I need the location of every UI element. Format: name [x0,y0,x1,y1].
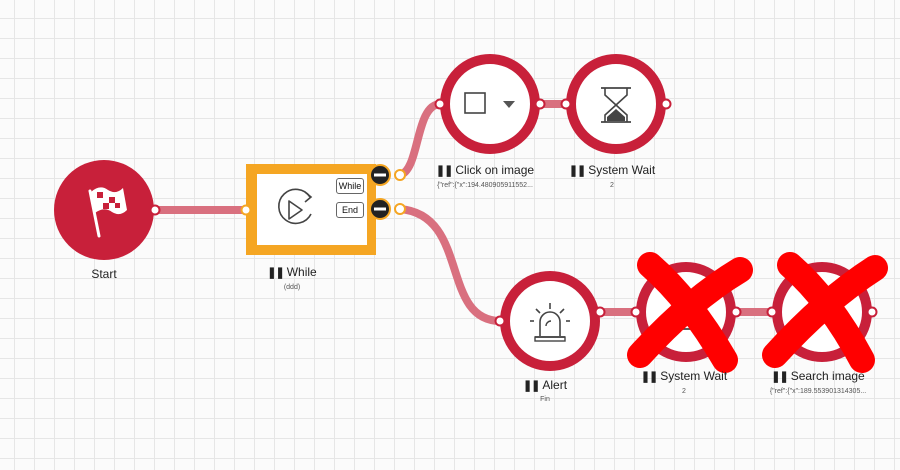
alert-subtitle: Fin [540,396,550,403]
pause-icon[interactable]: ❚❚ [771,371,788,383]
system-wait-2-title: ❚❚ System Wait [640,369,728,383]
search-image-node[interactable] [762,252,888,373]
alert-node[interactable] [494,271,606,371]
start-node[interactable] [54,160,161,260]
system-wait-1-subtitle: 2 [610,182,614,189]
search-image-title: ❚❚ Search image [771,369,865,383]
pause-icon[interactable]: ❚❚ [641,371,658,383]
pause-icon[interactable]: ❚❚ [436,165,453,177]
end-branch-label[interactable]: End [336,202,364,218]
click-on-image-subtitle: {"ref":{"x":194.480905911552... [437,182,533,189]
search-image-subtitle: {"ref":{"x":189.553901314305... [769,388,867,395]
pause-icon[interactable]: ❚❚ [267,267,284,279]
pause-icon[interactable]: ❚❚ [569,165,586,177]
system-wait-node-1[interactable] [560,54,672,154]
remove-end-branch-icon[interactable] [369,198,391,220]
system-wait-2-subtitle: 2 [682,388,686,395]
start-title: Start [91,267,117,281]
pause-icon[interactable]: ❚❚ [523,380,540,392]
connector-while-click[interactable] [398,100,442,179]
system-wait-1-title: ❚❚ System Wait [568,163,656,177]
system-wait-node-2[interactable] [627,252,753,373]
workflow-canvas[interactable] [0,0,900,470]
connector-end-alert[interactable] [399,205,501,325]
alert-title: ❚❚ Alert [522,378,568,392]
while-node[interactable] [240,164,406,255]
click-on-image-title: ❚❚ Click on image [435,163,535,177]
while-title: ❚❚ While [267,265,317,279]
while-branch-label[interactable]: While [336,178,364,194]
remove-while-branch-icon[interactable] [369,164,391,186]
while-subtitle: (ddd) [283,284,301,291]
click-on-image-node[interactable] [434,54,546,154]
